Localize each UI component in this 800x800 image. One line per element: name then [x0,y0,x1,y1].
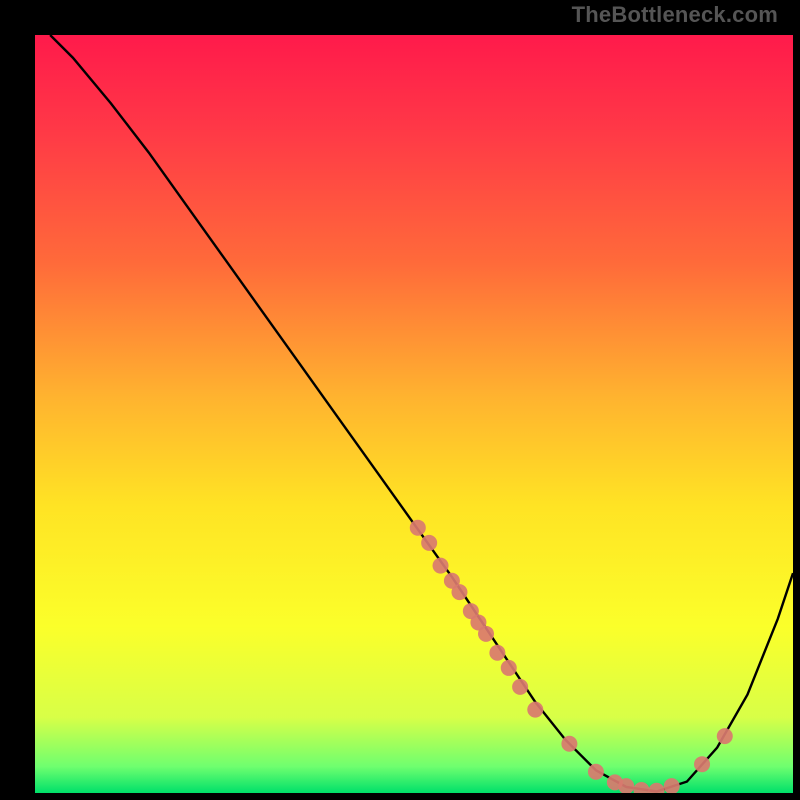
scatter-point [512,679,528,695]
chart-frame [14,14,786,786]
bottleneck-chart [35,35,793,793]
scatter-point [694,756,710,772]
scatter-point [478,626,494,642]
scatter-point [451,584,467,600]
scatter-point [717,728,733,744]
scatter-point [410,520,426,536]
gradient-background [35,35,793,793]
scatter-point [489,645,505,661]
scatter-point [501,660,517,676]
scatter-point [433,558,449,574]
scatter-point [561,736,577,752]
scatter-point [421,535,437,551]
scatter-point [588,764,604,780]
watermark-text: TheBottleneck.com [572,2,778,28]
scatter-point [527,702,543,718]
